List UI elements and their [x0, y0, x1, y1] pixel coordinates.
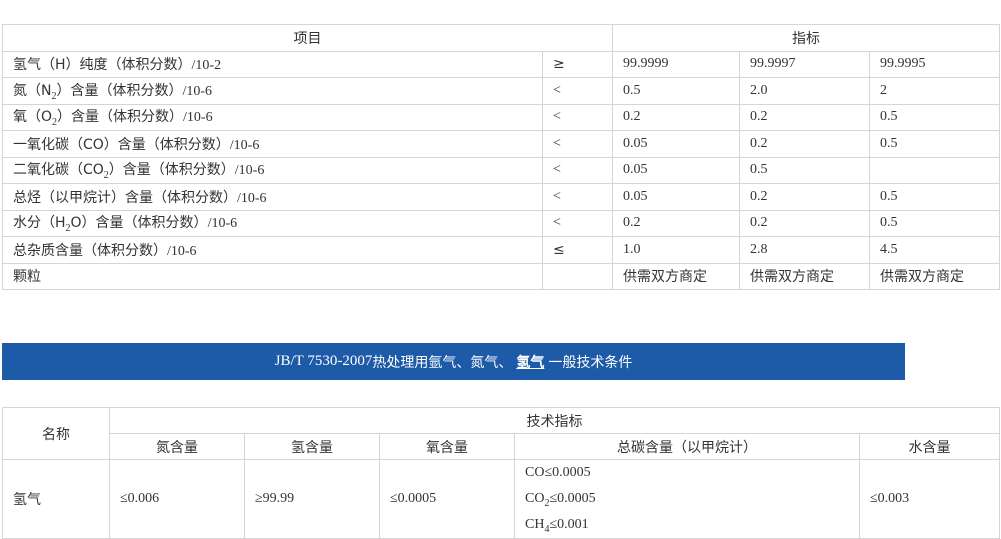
row-value: 0.5	[868, 103, 1001, 131]
table-row: 一氧化碳（CO）含量（体积分数）/10-6 < 0.05 0.2 0.5	[2, 130, 1001, 158]
row-value: 0.5	[868, 130, 1001, 158]
row-value: 99.9999	[612, 50, 740, 78]
row-operator: <	[542, 183, 613, 211]
row-value: 4.5	[868, 236, 1001, 264]
hydrogen-value: ≥99.99	[244, 459, 380, 539]
col-header-item: 项目	[2, 24, 613, 52]
row-value: 1.0	[612, 236, 740, 264]
row-operator: <	[542, 209, 613, 237]
table-row: 水分（H2O）含量（体积分数）/10-6 < 0.2 0.2 0.5	[2, 209, 1001, 237]
col-header-spec: 指标	[611, 24, 1001, 52]
row-label: 氮（N2）含量（体积分数）/10-6	[2, 77, 543, 105]
table-row: 氢气（H）纯度（体积分数）/10-2 ≥ 99.9999 99.9997 99.…	[2, 50, 1001, 78]
row-value: 99.9997	[739, 50, 870, 78]
banner-title-suffix: 一般技术条件	[548, 354, 633, 371]
ch4-value: CH4≤0.001	[525, 517, 589, 535]
row-operator: <	[542, 103, 613, 131]
row-value: 0.5	[612, 77, 740, 105]
row-value: 供需双方商定	[739, 262, 870, 290]
co2-value: CO2≤0.0005	[525, 491, 596, 509]
row-operator: <	[542, 77, 613, 105]
table-row: 颗粒 供需双方商定 供需双方商定 供需双方商定	[2, 262, 1001, 290]
oxygen-value: ≤0.0005	[379, 459, 515, 539]
table-row: 氧（O2）含量（体积分数）/10-6 < 0.2 0.2 0.5	[2, 103, 1001, 131]
row-value: 0.5	[868, 183, 1001, 211]
row-value: 99.9995	[868, 50, 1001, 78]
row-label: 一氧化碳（CO）含量（体积分数）/10-6	[2, 130, 543, 158]
row-value: 0.05	[612, 130, 740, 158]
col-header-oxygen: 氧含量	[379, 433, 515, 460]
table-row: 二氧化碳（CO2）含量（体积分数）/10-6 < 0.05 0.5	[2, 156, 1001, 184]
row-value: 供需双方商定	[612, 262, 740, 290]
row-value: 2	[868, 77, 1001, 105]
hydrogen-tech-table: 名称 技术指标 氮含量 氢含量 氧含量 总碳含量（以甲烷计） 水含量 氢气 ≤0…	[2, 407, 1001, 539]
row-value: 0.05	[612, 183, 740, 211]
row-value: 0.2	[739, 209, 870, 237]
hydrogen-link[interactable]: 氢气	[516, 352, 544, 372]
water-value: ≤0.003	[858, 459, 1001, 539]
col-header-carbon: 总碳含量（以甲烷计）	[514, 433, 860, 460]
table-row: 总烃（以甲烷计）含量（体积分数）/10-6 < 0.05 0.2 0.5	[2, 183, 1001, 211]
row-label: 水分（H2O）含量（体积分数）/10-6	[2, 209, 543, 237]
row-label: 总杂质含量（体积分数）/10-6	[2, 236, 543, 264]
row-value: 供需双方商定	[868, 262, 1001, 290]
hydrogen-spec-table: 项目 指标 氢气（H）纯度（体积分数）/10-2 ≥ 99.9999 99.99…	[2, 24, 1001, 290]
row-value: 0.5	[739, 156, 870, 184]
row-operator: ≥	[542, 50, 613, 78]
row-label: 氢气（H）纯度（体积分数）/10-2	[2, 50, 543, 78]
row-value: 2.8	[739, 236, 870, 264]
co-value: CO≤0.0005	[525, 465, 591, 480]
table-row: 氮（N2）含量（体积分数）/10-6 < 0.5 2.0 2	[2, 77, 1001, 105]
nitrogen-value: ≤0.006	[109, 459, 245, 539]
table-row: 总杂质含量（体积分数）/10-6 ≤ 1.0 2.8 4.5	[2, 236, 1001, 264]
col-header-water: 水含量	[858, 433, 1001, 460]
row-operator	[542, 262, 613, 290]
row-value: 0.05	[612, 156, 740, 184]
carbon-value: CO≤0.0005 CO2≤0.0005 CH4≤0.001	[514, 459, 860, 539]
row-label: 总烃（以甲烷计）含量（体积分数）/10-6	[2, 183, 543, 211]
row-value: 0.2	[612, 103, 740, 131]
row-name: 氢气	[2, 459, 110, 539]
row-value: 0.2	[739, 130, 870, 158]
banner-title-text: 热处理用氩气、氮气、	[372, 354, 513, 371]
row-value: 0.2	[612, 209, 740, 237]
row-operator: ≤	[542, 236, 613, 264]
table-row: 氢气 ≤0.006 ≥99.99 ≤0.0005 CO≤0.0005 CO2≤0…	[2, 459, 1001, 539]
row-value: 0.5	[868, 209, 1001, 237]
row-label: 氧（O2）含量（体积分数）/10-6	[2, 103, 543, 131]
row-operator: <	[542, 130, 613, 158]
standard-code: JB/T 7530-2007	[274, 353, 373, 369]
row-value: 0.2	[739, 183, 870, 211]
row-label: 二氧化碳（CO2）含量（体积分数）/10-6	[2, 156, 543, 184]
row-value: 2.0	[739, 77, 870, 105]
col-header-name: 名称	[2, 407, 110, 460]
col-header-tech: 技术指标	[108, 407, 1001, 434]
row-value: 0.2	[739, 103, 870, 131]
standard-title-banner: JB/T 7530-2007 热处理用氩气、氮气、 氢气 一般技术条件	[2, 343, 905, 380]
row-operator: <	[542, 156, 613, 184]
row-value	[868, 156, 1001, 184]
col-header-nitrogen: 氮含量	[109, 433, 245, 460]
col-header-hydrogen: 氢含量	[244, 433, 380, 460]
row-label: 颗粒	[2, 262, 543, 290]
